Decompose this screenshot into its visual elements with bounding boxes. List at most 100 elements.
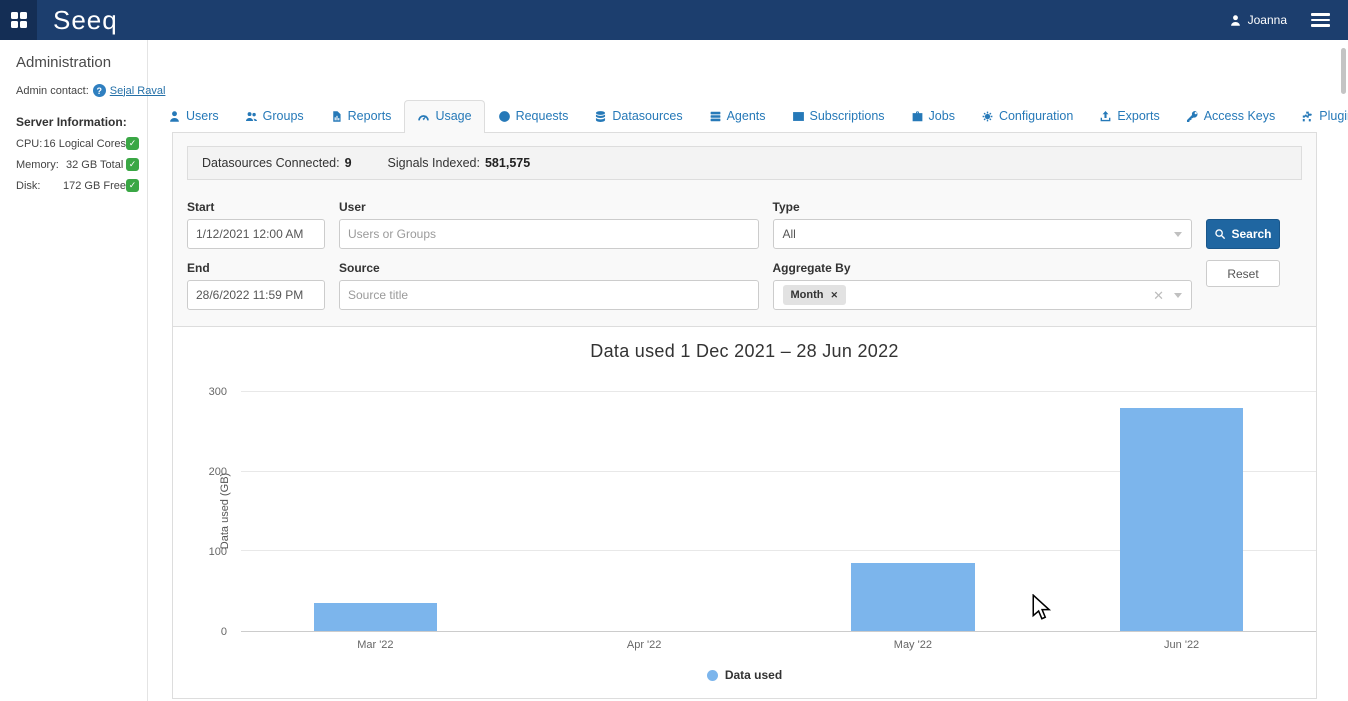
type-field: Type All xyxy=(773,200,1193,249)
access-keys-icon xyxy=(1186,110,1199,123)
chart-bar-2 xyxy=(779,380,1048,631)
scrollbar-thumb[interactable] xyxy=(1341,48,1346,94)
tab-access-keys[interactable]: Access Keys xyxy=(1173,100,1289,132)
type-label: Type xyxy=(773,200,1193,214)
user-input[interactable] xyxy=(339,219,759,249)
user-field: User xyxy=(339,200,759,249)
reports-icon xyxy=(330,110,343,123)
chart-bar-0 xyxy=(241,380,510,631)
check-icon xyxy=(126,137,139,150)
x-tick-label: Mar '22 xyxy=(241,639,510,651)
user-name: Joanna xyxy=(1248,13,1287,27)
top-bar: Seeq Joanna xyxy=(0,0,1348,40)
source-label: Source xyxy=(339,261,759,275)
requests-icon xyxy=(498,110,511,123)
search-button[interactable]: Search xyxy=(1206,219,1280,249)
user-label: User xyxy=(339,200,759,214)
users-icon xyxy=(168,110,181,123)
seeq-logo: Seeq xyxy=(53,5,118,36)
tab-exports[interactable]: Exports xyxy=(1086,100,1172,132)
server-info-heading: Server Information: xyxy=(16,115,141,129)
stats-strip: Datasources Connected: 9 Signals Indexed… xyxy=(187,146,1302,180)
admin-contact-label: Admin contact: xyxy=(16,85,89,97)
chart-bar-1 xyxy=(510,380,779,631)
plugins-icon xyxy=(1301,110,1314,123)
server-stat-disk: Disk: 172 GB Free xyxy=(16,179,141,192)
aggregate-field: Aggregate By Month xyxy=(773,261,1193,310)
tab-configuration[interactable]: Configuration xyxy=(968,100,1086,132)
chart-legend[interactable]: Data used xyxy=(173,668,1316,698)
agents-icon xyxy=(709,110,722,123)
tab-plugins[interactable]: Plugins xyxy=(1288,100,1348,132)
tab-datasources[interactable]: Datasources xyxy=(581,100,695,132)
end-field: End xyxy=(187,261,325,310)
datasources-connected-stat: Datasources Connected: 9 xyxy=(202,156,352,170)
source-input[interactable] xyxy=(339,280,759,310)
search-icon xyxy=(1214,228,1226,240)
aggregate-token-month: Month xyxy=(783,285,847,305)
signals-indexed-stat: Signals Indexed: 581,575 xyxy=(388,156,531,170)
start-input[interactable] xyxy=(187,219,325,249)
main-content: Users Groups Reports Usage Requests Data… xyxy=(149,40,1348,701)
aggregate-select[interactable]: Month xyxy=(773,280,1193,310)
usage-chart: Data used 1 Dec 2021 – 28 Jun 2022 Data … xyxy=(173,326,1316,698)
start-label: Start xyxy=(187,200,325,214)
remove-token-icon[interactable] xyxy=(830,290,838,301)
filter-form: Start User Type All S xyxy=(187,200,1302,310)
chart-x-labels: Mar '22Apr '22May '22Jun '22 xyxy=(241,639,1316,651)
datasources-icon xyxy=(594,110,607,123)
user-menu[interactable]: Joanna xyxy=(1229,13,1287,27)
admin-contact: Admin contact: Sejal Raval xyxy=(16,84,141,97)
usage-panel: Datasources Connected: 9 Signals Indexed… xyxy=(172,132,1317,699)
sidebar: Administration Admin contact: Sejal Rava… xyxy=(0,40,148,701)
chart-bar-3 xyxy=(1047,380,1316,631)
check-icon xyxy=(126,158,139,171)
chevron-down-icon[interactable] xyxy=(1174,293,1182,298)
chart-plot-wrap: 0100200300 xyxy=(241,380,1316,632)
user-icon xyxy=(1229,14,1242,27)
chart-plot xyxy=(241,380,1316,632)
type-selected-value: All xyxy=(783,227,796,241)
configuration-icon xyxy=(981,110,994,123)
tab-jobs[interactable]: Jobs xyxy=(898,100,968,132)
start-field: Start xyxy=(187,200,325,249)
tab-subscriptions[interactable]: Subscriptions xyxy=(779,100,898,132)
help-icon[interactable] xyxy=(93,84,106,97)
exports-icon xyxy=(1099,110,1112,123)
chart-y-labels: 0100200300 xyxy=(193,380,233,632)
usage-icon xyxy=(417,110,430,123)
aggregate-label: Aggregate By xyxy=(773,261,1193,275)
check-icon xyxy=(126,179,139,192)
panel-top: Datasources Connected: 9 Signals Indexed… xyxy=(173,133,1316,326)
tab-usage[interactable]: Usage xyxy=(404,100,484,133)
menu-icon[interactable] xyxy=(1309,9,1332,31)
source-field: Source xyxy=(339,261,759,310)
chevron-down-icon[interactable] xyxy=(1174,232,1182,237)
tab-reports[interactable]: Reports xyxy=(317,100,405,132)
x-tick-label: May '22 xyxy=(779,639,1048,651)
type-select[interactable]: All xyxy=(773,219,1193,249)
jobs-icon xyxy=(911,110,924,123)
server-stat-cpu: CPU: 16 Logical Cores xyxy=(16,137,141,150)
clear-icon[interactable] xyxy=(1153,289,1164,302)
page-title: Administration xyxy=(16,54,141,71)
tab-users[interactable]: Users xyxy=(155,100,232,132)
chart-columns xyxy=(241,380,1316,631)
end-input[interactable] xyxy=(187,280,325,310)
reset-button[interactable]: Reset xyxy=(1206,260,1280,287)
legend-dot xyxy=(707,670,718,681)
x-tick-label: Apr '22 xyxy=(510,639,779,651)
subscriptions-icon xyxy=(792,110,805,123)
app-launcher-icon[interactable] xyxy=(0,0,37,40)
form-buttons: Search Reset xyxy=(1206,200,1302,287)
chart-title: Data used 1 Dec 2021 – 28 Jun 2022 xyxy=(173,341,1316,362)
groups-icon xyxy=(245,110,258,123)
legend-label: Data used xyxy=(725,668,782,682)
tab-groups[interactable]: Groups xyxy=(232,100,317,132)
end-label: End xyxy=(187,261,325,275)
tab-requests[interactable]: Requests xyxy=(485,100,582,132)
topbar-right: Joanna xyxy=(1229,9,1348,31)
tab-agents[interactable]: Agents xyxy=(696,100,779,132)
tab-bar: Users Groups Reports Usage Requests Data… xyxy=(155,100,1348,132)
server-stat-memory: Memory: 32 GB Total xyxy=(16,158,141,171)
